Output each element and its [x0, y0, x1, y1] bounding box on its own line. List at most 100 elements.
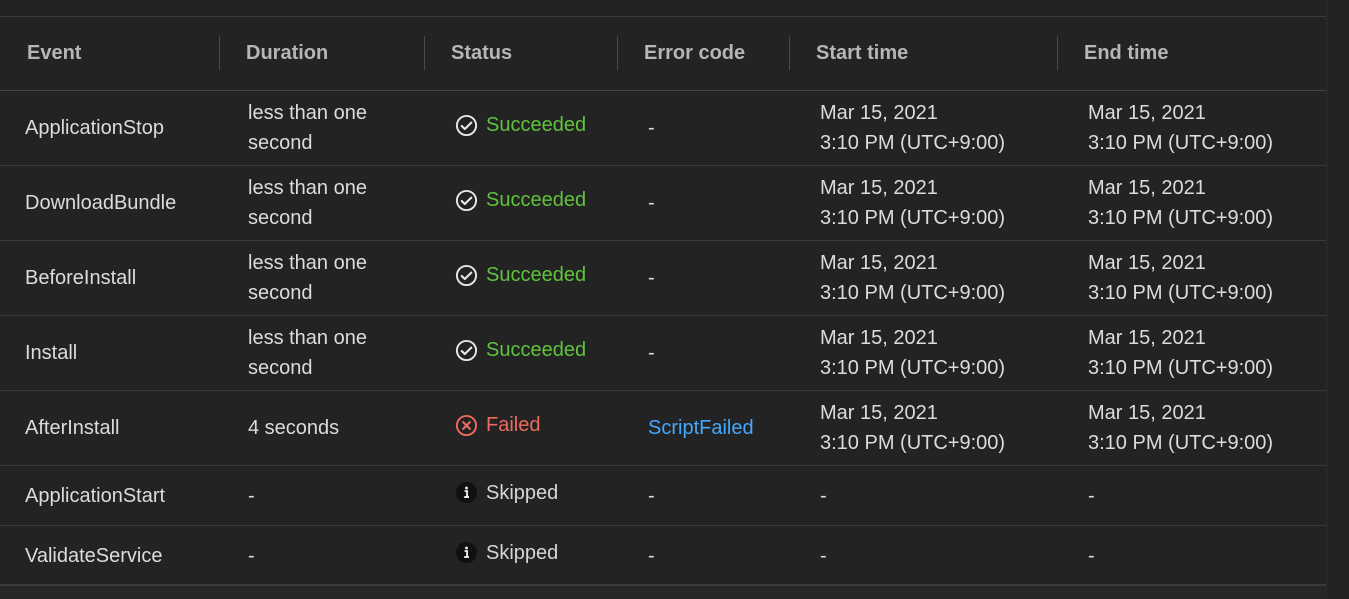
start-time-cell: Mar 15, 2021 3:10 PM (UTC+9:00) — [789, 240, 1057, 316]
start-time-cell: Mar 15, 2021 3:10 PM (UTC+9:00) — [789, 165, 1057, 241]
column-header-end-time[interactable]: End time — [1057, 17, 1326, 91]
start-date: Mar 15, 2021 — [820, 252, 938, 274]
table-body: ApplicationStop less than one second Succ… — [0, 90, 1326, 586]
column-header-start-time[interactable]: Start time — [789, 17, 1057, 91]
table-footer — [0, 586, 1326, 599]
status-cell: Skipped — [424, 525, 617, 586]
event-name-cell: DownloadBundle — [0, 165, 219, 241]
duration-text: less than one — [248, 252, 367, 274]
check-circle-icon — [455, 189, 478, 212]
end-time-cell: - — [1057, 525, 1326, 586]
error-code-cell: - — [617, 315, 789, 391]
duration-text: - — [248, 484, 255, 507]
duration-text: less than one — [248, 177, 367, 199]
end-date: - — [1088, 484, 1095, 507]
check-circle-icon — [455, 114, 478, 137]
table-row: DownloadBundle less than one second Succe… — [0, 165, 1326, 241]
end-time-cell: - — [1057, 465, 1326, 526]
event-name: ValidateService — [25, 544, 163, 567]
column-header-duration[interactable]: Duration — [219, 17, 424, 91]
event-name: AfterInstall — [25, 417, 120, 439]
start-date: - — [820, 484, 827, 507]
status-text: Skipped — [486, 481, 559, 504]
duration-cell: less than one second — [219, 315, 424, 391]
error-code-cell: - — [617, 90, 789, 166]
info-circle-icon — [455, 481, 478, 504]
error-code-cell: - — [617, 525, 789, 586]
duration-cell: less than one second — [219, 90, 424, 166]
start-date: Mar 15, 2021 — [820, 402, 938, 424]
start-time-cell: Mar 15, 2021 3:10 PM (UTC+9:00) — [789, 90, 1057, 166]
event-name: ApplicationStart — [25, 484, 166, 507]
event-name-cell: BeforeInstall — [0, 240, 219, 316]
status-indicator: Succeeded — [455, 185, 586, 215]
end-time: 3:10 PM (UTC+9:00) — [1088, 357, 1274, 379]
duration-cell: less than one second — [219, 240, 424, 316]
duration-text: less than one — [248, 327, 367, 349]
duration-text-line-2: second — [248, 132, 313, 154]
status-text: Skipped — [486, 541, 559, 564]
status-indicator: Succeeded — [455, 335, 586, 365]
check-circle-icon — [455, 339, 478, 362]
end-time-cell: Mar 15, 2021 3:10 PM (UTC+9:00) — [1057, 315, 1326, 391]
column-header-status[interactable]: Status — [424, 17, 617, 91]
event-name-cell: Install — [0, 315, 219, 391]
status-cell: Succeeded — [424, 165, 617, 241]
end-date: Mar 15, 2021 — [1088, 327, 1206, 349]
duration-text-line-2: second — [248, 207, 313, 229]
duration-text: less than one — [248, 102, 367, 124]
column-header-event[interactable]: Event — [0, 17, 219, 91]
end-date: Mar 15, 2021 — [1088, 402, 1206, 424]
event-name-cell: ApplicationStop — [0, 90, 219, 166]
check-circle-icon — [455, 264, 478, 287]
status-indicator: Skipped — [455, 538, 558, 568]
lifecycle-events-panel: Event Duration Status Error code Start t… — [0, 0, 1327, 599]
start-time-cell: - — [789, 525, 1057, 586]
start-time-cell: Mar 15, 2021 3:10 PM (UTC+9:00) — [789, 390, 1057, 466]
end-time: 3:10 PM (UTC+9:00) — [1088, 432, 1274, 454]
error-code: - — [648, 117, 655, 139]
error-code-cell: - — [617, 240, 789, 316]
error-code-cell: - — [617, 465, 789, 526]
info-circle-icon — [455, 541, 478, 564]
duration-text: 4 seconds — [248, 417, 340, 439]
column-header-error-code[interactable]: Error code — [617, 17, 789, 91]
duration-cell: - — [219, 525, 424, 586]
error-code: - — [648, 484, 655, 507]
status-text: Succeeded — [486, 189, 587, 212]
start-time: 3:10 PM (UTC+9:00) — [820, 207, 1006, 229]
table-row: Install less than one second Succeeded - … — [0, 315, 1326, 391]
table-row: ApplicationStop less than one second Succ… — [0, 90, 1326, 166]
lifecycle-events-table: Event Duration Status Error code Start t… — [0, 17, 1326, 586]
end-time-cell: Mar 15, 2021 3:10 PM (UTC+9:00) — [1057, 390, 1326, 466]
end-time-cell: Mar 15, 2021 3:10 PM (UTC+9:00) — [1057, 240, 1326, 316]
error-code: - — [648, 192, 655, 214]
error-code-link[interactable]: ScriptFailed — [648, 417, 754, 439]
start-time-cell: Mar 15, 2021 3:10 PM (UTC+9:00) — [789, 315, 1057, 391]
status-indicator: Skipped — [455, 478, 558, 508]
status-text: Succeeded — [486, 339, 587, 362]
error-code-cell: ScriptFailed — [617, 390, 789, 466]
status-cell: Succeeded — [424, 315, 617, 391]
end-date: Mar 15, 2021 — [1088, 102, 1206, 124]
event-name-cell: ValidateService — [0, 525, 219, 586]
start-date: Mar 15, 2021 — [820, 102, 938, 124]
start-date: Mar 15, 2021 — [820, 177, 938, 199]
duration-cell: - — [219, 465, 424, 526]
end-time-cell: Mar 15, 2021 3:10 PM (UTC+9:00) — [1057, 90, 1326, 166]
table-header-row: Event Duration Status Error code Start t… — [0, 17, 1326, 91]
status-cell: Succeeded — [424, 90, 617, 166]
status-text: Succeeded — [486, 114, 587, 137]
x-circle-icon — [455, 414, 478, 437]
end-date: - — [1088, 544, 1095, 567]
start-time: 3:10 PM (UTC+9:00) — [820, 432, 1006, 454]
duration-text: - — [248, 544, 255, 567]
status-indicator: Succeeded — [455, 110, 586, 140]
start-date: - — [820, 544, 827, 567]
table-row: ApplicationStart - Skipped - - - — [0, 465, 1326, 526]
start-time-cell: - — [789, 465, 1057, 526]
start-time: 3:10 PM (UTC+9:00) — [820, 282, 1006, 304]
status-indicator: Failed — [455, 410, 540, 440]
end-date: Mar 15, 2021 — [1088, 252, 1206, 274]
duration-text-line-2: second — [248, 357, 313, 379]
